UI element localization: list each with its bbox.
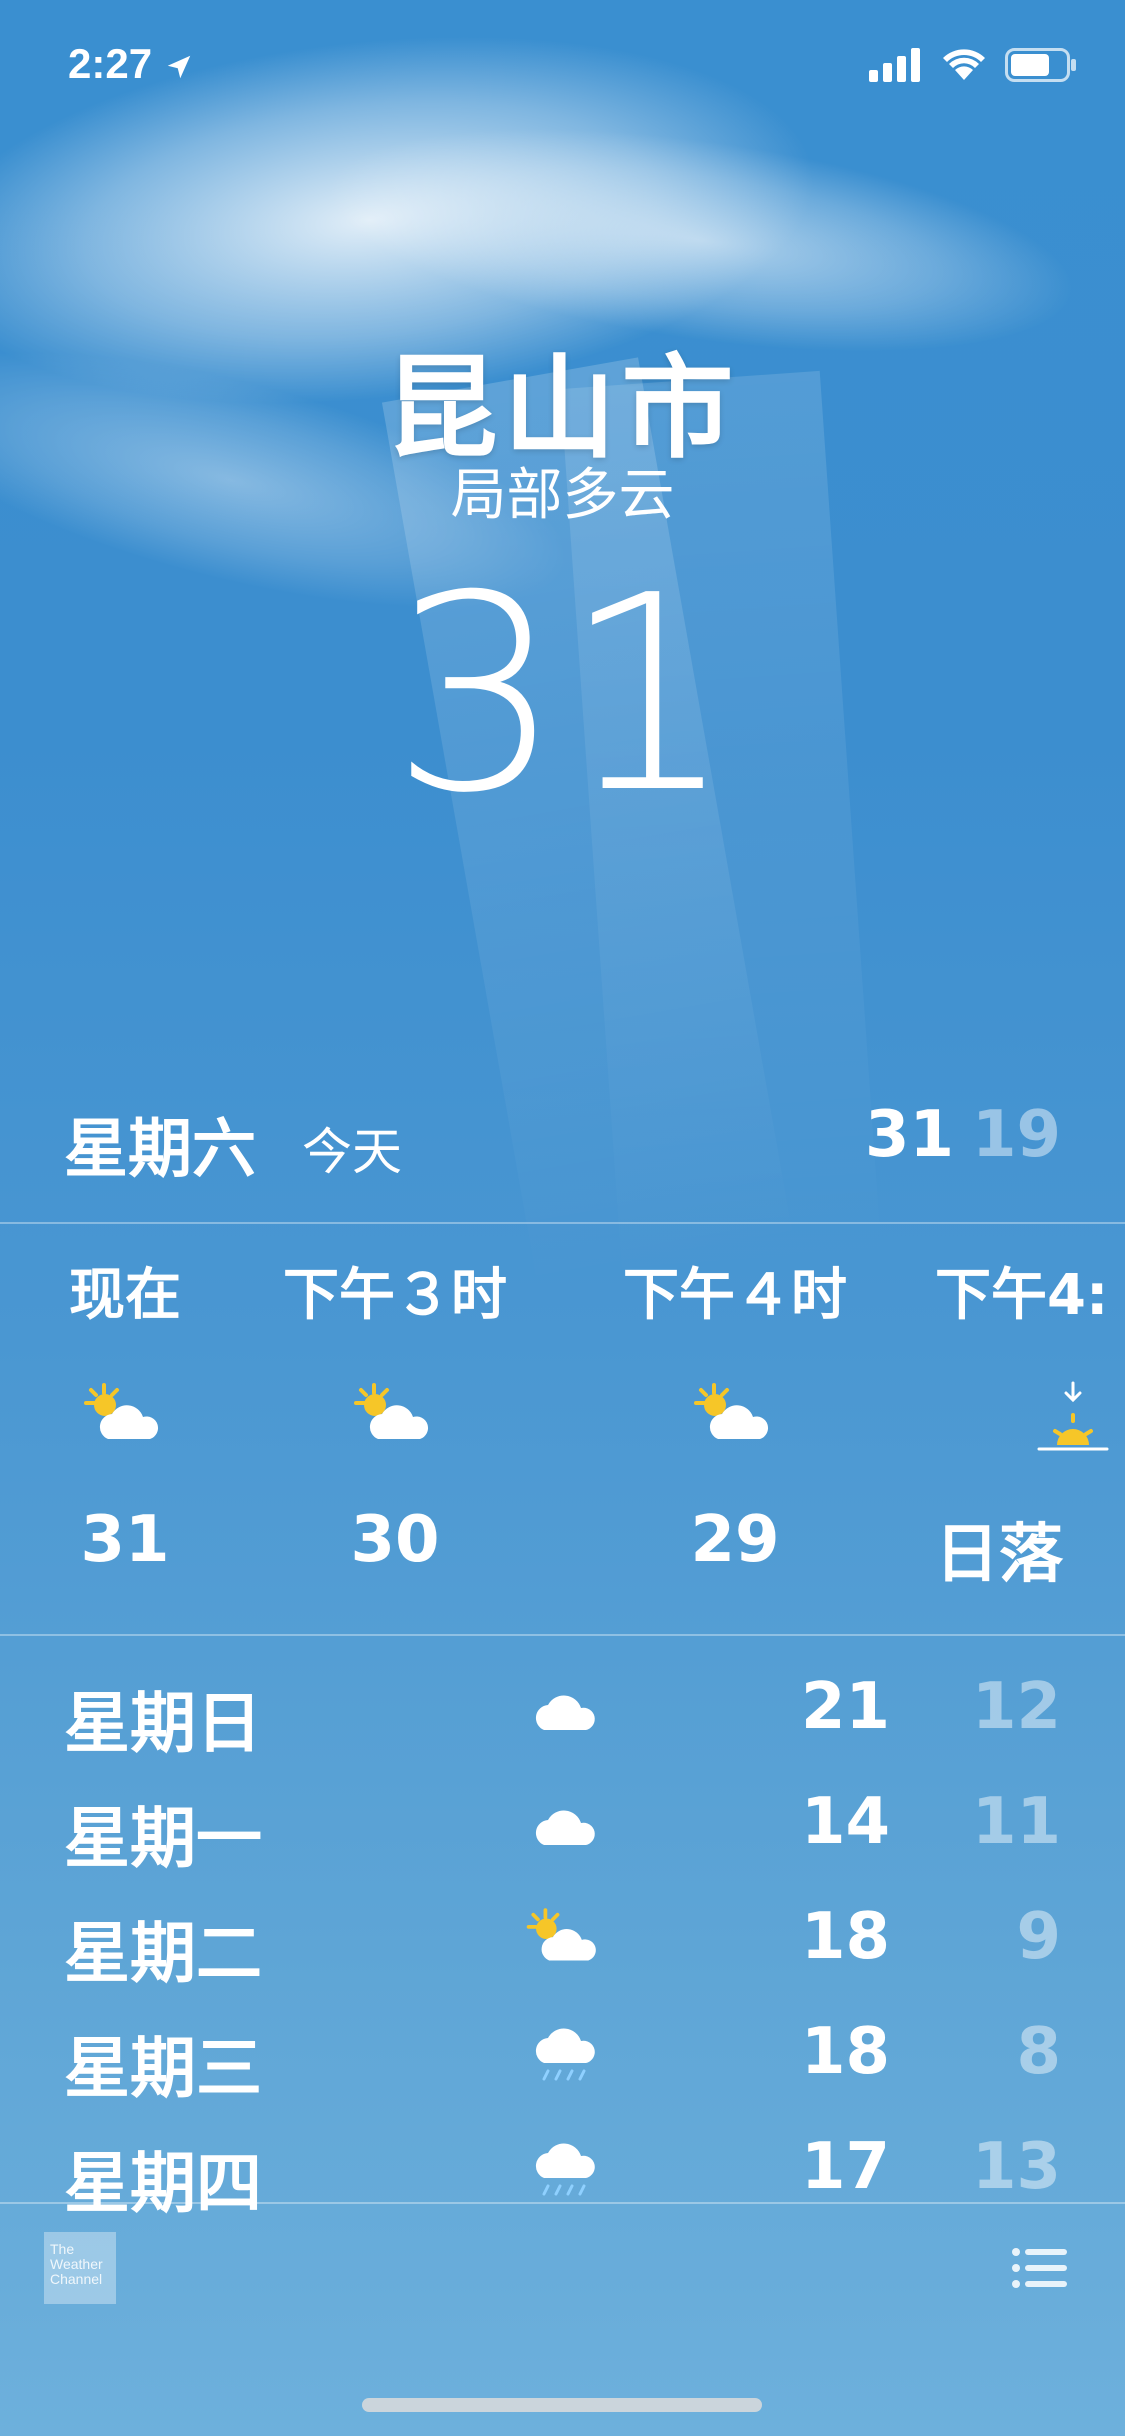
weather-condition: 局部多云	[450, 463, 675, 528]
daily-row: 星期一 14 11	[0, 1773, 1125, 1877]
wifi-icon	[943, 49, 985, 80]
footer-divider	[0, 2202, 1125, 2204]
hourly-time: 下午３时	[283, 1263, 507, 1328]
partly-cloudy-icon	[526, 1908, 596, 1961]
daily-low: 13	[971, 2130, 1061, 2204]
daily-high: 18	[800, 2015, 890, 2089]
partly-cloudy-icon	[354, 1383, 429, 1439]
daily-high: 18	[800, 1900, 890, 1974]
daily-row: 星期日 21 12	[0, 1658, 1125, 1762]
hourly-temp: 31	[80, 1503, 170, 1577]
daily-high: 14	[800, 1785, 890, 1859]
weather-channel-logo[interactable]: The Weather Channel	[44, 2232, 116, 2304]
hourly-time: 下午4:	[935, 1263, 1109, 1328]
today-day: 星期六	[64, 1113, 256, 1187]
hourly-temp: 29	[690, 1503, 780, 1577]
hourly-item: 下午４时 29	[595, 1250, 875, 1577]
partly-cloudy-icon	[694, 1383, 769, 1439]
daily-high: 21	[800, 1670, 890, 1744]
location-arrow-icon	[167, 55, 190, 79]
hourly-temp: 30	[350, 1503, 440, 1577]
daily-row: 星期三 18 8	[0, 2003, 1125, 2107]
current-temperature: 31	[390, 537, 735, 852]
sunset-icon	[1037, 1381, 1109, 1451]
daily-day: 星期二	[64, 1915, 262, 1992]
daily-low: 11	[971, 1785, 1061, 1859]
rain-icon	[535, 2143, 595, 2196]
rain-icon	[535, 2028, 595, 2081]
divider	[0, 1222, 1125, 1224]
status-icons	[869, 48, 1077, 82]
hourly-item: 现在 31	[40, 1250, 210, 1577]
hourly-time: 下午４时	[623, 1263, 847, 1328]
battery-icon	[1005, 48, 1076, 82]
partly-cloudy-icon	[84, 1383, 159, 1439]
city-list-button[interactable]	[1011, 2246, 1067, 2294]
daily-low: 8	[1016, 2015, 1061, 2089]
hourly-item: 下午4: 日落	[935, 1250, 1125, 1595]
daily-high: 17	[800, 2130, 890, 2204]
hourly-item: 下午３时 30	[255, 1250, 535, 1577]
status-time-text: 2:27	[68, 40, 153, 87]
today-row: 星期六 今天 31 19	[64, 1090, 1061, 1187]
cloud-icon	[535, 1695, 595, 1730]
hourly-temp: 日落	[935, 1518, 1063, 1592]
today-low: 19	[971, 1098, 1061, 1172]
home-indicator[interactable]	[362, 2398, 762, 2412]
daily-row: 星期二 18 9	[0, 1888, 1125, 1992]
daily-day: 星期一	[64, 1800, 262, 1877]
cloud-icon	[535, 1810, 595, 1845]
daily-day: 星期三	[64, 2030, 262, 2107]
daily-day: 星期日	[64, 1685, 262, 1762]
status-time: 2:27	[68, 40, 194, 88]
logo-text: The Weather Channel	[50, 2241, 103, 2287]
hourly-time: 现在	[69, 1263, 181, 1328]
daily-low: 9	[1016, 1900, 1061, 1974]
divider	[0, 1634, 1125, 1636]
daily-low: 12	[971, 1670, 1061, 1744]
list-icon	[1012, 2248, 1067, 2288]
daily-day: 星期四	[64, 2145, 262, 2222]
signal-icon	[869, 48, 920, 82]
today-tag: 今天	[302, 1123, 402, 1181]
